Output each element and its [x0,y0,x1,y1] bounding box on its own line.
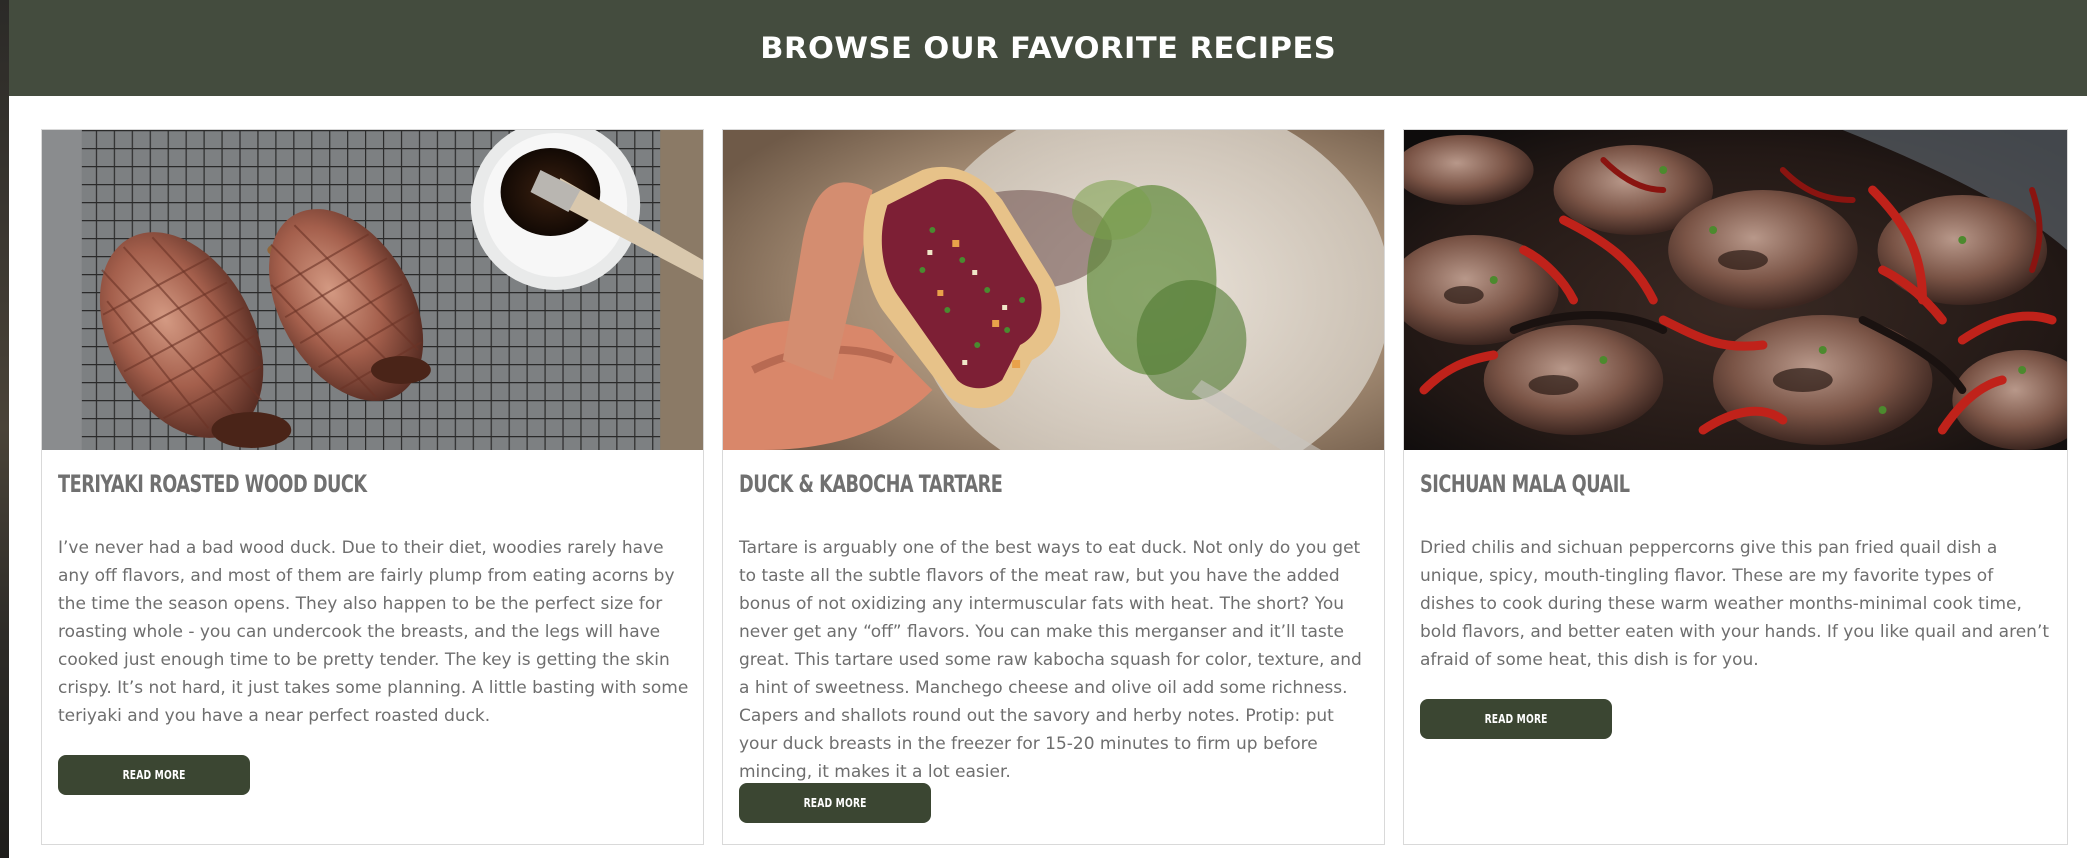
recipe-description: I’ve never had a bad wood duck. Due to t… [58,538,689,726]
page-edge-decoration [0,0,9,858]
roasted-duck-photo[interactable] [42,130,703,450]
section-banner: BROWSE OUR FAVORITE RECIPES [9,0,2087,96]
read-more-button[interactable]: READ MORE [739,783,931,823]
tartare-toast-photo[interactable] [723,130,1384,450]
recipe-card-teriyaki-duck: TERIYAKI ROASTED WOOD DUCK I’ve never ha… [41,129,704,845]
recipe-title[interactable]: TERIYAKI ROASTED WOOD DUCK [58,470,367,498]
recipe-title[interactable]: SICHUAN MALA QUAIL [1420,470,1630,498]
read-more-label: READ MORE [803,796,867,810]
recipe-card-grid: TERIYAKI ROASTED WOOD DUCK I’ve never ha… [41,129,2068,845]
read-more-label: READ MORE [1484,712,1548,726]
read-more-button[interactable]: READ MORE [58,755,250,795]
mala-quail-photo[interactable] [1404,130,2067,450]
read-more-label: READ MORE [122,768,186,782]
recipe-description: Tartare is arguably one of the best ways… [739,538,1362,782]
recipe-card-duck-tartare: DUCK & KABOCHA TARTARE Tartare is arguab… [722,129,1385,845]
read-more-button[interactable]: READ MORE [1420,699,1612,739]
recipe-title[interactable]: DUCK & KABOCHA TARTARE [739,470,1003,498]
recipe-description: Dried chilis and sichuan peppercorns giv… [1420,538,2050,670]
section-heading: BROWSE OUR FAVORITE RECIPES [760,31,1336,65]
recipe-card-mala-quail: SICHUAN MALA QUAIL Dried chilis and sich… [1403,129,2068,845]
